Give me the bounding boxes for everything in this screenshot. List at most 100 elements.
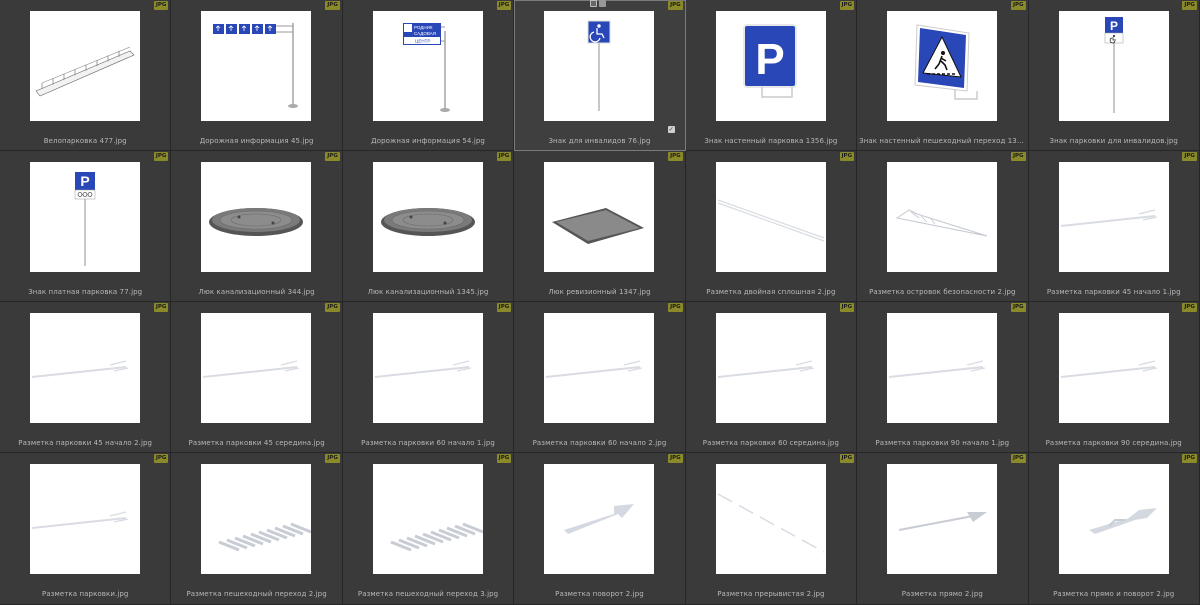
dashed-line-marking-thumbnail[interactable] <box>715 464 826 574</box>
thumbnail-cell[interactable]: P JPG Знак парковки для инвалидов.jpg <box>1028 0 1200 151</box>
file-type-badge: JPG <box>668 152 683 161</box>
file-type-badge: JPG <box>839 454 855 463</box>
thumbnail-cell[interactable]: JPG Разметка парковки 60 начало 2.jpg <box>514 302 686 453</box>
file-type-badge: JPG <box>1182 303 1197 312</box>
svg-text:РОДНИК: РОДНИК <box>414 25 433 30</box>
straight-turn-arrow-marking-thumbnail[interactable] <box>1058 464 1169 574</box>
parking-marking-thumbnail[interactable] <box>30 313 140 423</box>
thumbnail-filename: Знак парковки для инвалидов.jpg <box>1049 137 1178 145</box>
file-type-badge: JPG <box>1182 1 1197 10</box>
thumbnail-filename: Разметка парковки 90 середина.jpg <box>1045 439 1182 447</box>
thumbnail-grid: JPG Велопарковка 477.jpg JPG Дорожная инфо… <box>0 0 1200 605</box>
thumbnail-cell[interactable]: РОДНИК САДОВАЯ ЦЕНТР JPG Дорожная информа… <box>342 0 515 151</box>
thumbnail-cell[interactable]: JPG Люк ревизионный 1347.jpg <box>514 151 686 302</box>
disabled-sign-thumbnail[interactable] <box>544 11 655 121</box>
file-type-badge: JPG <box>496 454 512 463</box>
crosswalk-marking-thumbnail[interactable] <box>372 464 483 574</box>
parking-marking-thumbnail[interactable] <box>201 313 312 423</box>
svg-text:ЦЕНТР: ЦЕНТР <box>415 39 430 44</box>
thumbnail-filename: Дорожная информация 54.jpg <box>371 137 485 145</box>
thumbnail-cell[interactable]: JPG Разметка пешеходный переход 2.jpg <box>171 453 343 605</box>
turn-arrow-marking-thumbnail[interactable] <box>544 464 655 574</box>
parking-marking-thumbnail[interactable] <box>544 313 655 423</box>
svg-text:P: P <box>80 173 89 189</box>
checkmark-icon[interactable]: ✓ <box>667 126 675 133</box>
frame-icon[interactable] <box>590 0 598 7</box>
thumbnail-cell[interactable]: P JPG Знак настенный парковка 1356.jpg <box>685 0 858 151</box>
thumbnail-cell[interactable]: JPG Разметка парковки 90 начало 1.jpg <box>857 302 1029 453</box>
thumbnail-filename: Люк ревизионный 1347.jpg <box>548 288 651 296</box>
double-line-marking-thumbnail[interactable] <box>715 162 826 272</box>
parking-marking-thumbnail[interactable] <box>372 313 483 423</box>
svg-text:САДОВАЯ: САДОВАЯ <box>414 31 436 36</box>
thumbnail-cell[interactable]: JPG Разметка парковки.jpg <box>0 453 172 605</box>
thumbnail-cell[interactable]: JPG Знак для инвалидов 76.jpg ✓ <box>514 0 686 151</box>
parking-marking-thumbnail[interactable] <box>30 464 140 574</box>
file-type-badge: JPG <box>1010 454 1026 463</box>
thumbnail-filename: Разметка двойная сплошная 2.jpg <box>706 288 836 296</box>
thumbnail-cell[interactable]: JPG Дорожная информация 45.jpg <box>171 0 343 151</box>
parking-marking-thumbnail[interactable] <box>1058 313 1169 423</box>
thumbnail-cell[interactable]: JPG Люк канализационный 344.jpg <box>171 151 343 302</box>
file-type-badge: JPG <box>325 152 340 161</box>
edit-icon[interactable] <box>599 0 607 7</box>
thumbnail-filename: Разметка поворот 2.jpg <box>555 590 644 598</box>
file-type-badge: JPG <box>153 303 169 312</box>
file-type-badge: JPG <box>1010 152 1026 161</box>
file-type-badge: JPG <box>839 1 855 10</box>
crosswalk-marking-thumbnail[interactable] <box>201 464 312 574</box>
paid-parking-sign-thumbnail[interactable]: P <box>30 162 140 272</box>
disabled-parking-sign-thumbnail[interactable]: P <box>1058 11 1169 121</box>
wall-parking-sign-thumbnail[interactable]: P <box>715 11 826 121</box>
file-type-badge: JPG <box>1182 152 1197 161</box>
thumbnail-filename: Разметка парковки 45 начало 1.jpg <box>1046 288 1181 296</box>
file-type-badge: JPG <box>153 454 169 463</box>
safety-island-marking-thumbnail[interactable] <box>887 162 998 272</box>
thumbnail-cell[interactable]: JPG Разметка парковки 60 начало 1.jpg <box>342 302 515 453</box>
parking-marking-thumbnail[interactable] <box>715 313 826 423</box>
wall-crosswalk-sign-thumbnail[interactable] <box>887 11 998 121</box>
thumbnail-filename: Разметка парковки 60 середина.jpg <box>702 439 840 447</box>
file-type-badge: JPG <box>668 303 683 312</box>
thumbnail-cell[interactable]: JPG Разметка поворот 2.jpg <box>514 453 686 605</box>
road-info-sign-thumbnail[interactable] <box>201 11 312 121</box>
thumbnail-cell[interactable]: JPG Люк канализационный 1345.jpg <box>342 151 515 302</box>
thumbnail-cell[interactable]: JPG Знак настенный пешеходный переход 135… <box>857 0 1029 151</box>
thumbnail-filename: Разметка парковки.jpg <box>41 590 129 598</box>
manhole-thumbnail[interactable] <box>372 162 483 272</box>
thumbnail-cell[interactable]: JPG Разметка двойная сплошная 2.jpg <box>685 151 858 302</box>
thumbnail-filename: Знак для инвалидов 76.jpg <box>548 137 651 145</box>
inspection-hatch-thumbnail[interactable] <box>544 162 655 272</box>
thumbnail-cell[interactable]: JPG Разметка парковки 45 начало 2.jpg <box>0 302 172 453</box>
thumbnail-cell[interactable]: JPG Велопарковка 477.jpg <box>0 0 172 151</box>
thumbnail-cell[interactable]: P JPG Знак платная парковка 77.jpg <box>0 151 172 302</box>
manhole-thumbnail[interactable] <box>201 162 312 272</box>
thumbnail-filename: Разметка прямо и поворот 2.jpg <box>1053 590 1175 598</box>
thumbnail-tools <box>590 0 607 7</box>
file-type-badge: JPG <box>1010 303 1026 312</box>
parking-marking-thumbnail[interactable] <box>1058 162 1169 272</box>
file-type-badge: JPG <box>325 303 340 312</box>
road-info-board-thumbnail[interactable]: РОДНИК САДОВАЯ ЦЕНТР <box>372 11 483 121</box>
thumbnail-filename: Знак настенный пешеходный переход 1358.j… <box>859 137 1026 145</box>
bike-rack-thumbnail[interactable] <box>30 11 140 121</box>
straight-arrow-marking-thumbnail[interactable] <box>887 464 998 574</box>
thumbnail-cell[interactable]: JPG Разметка прямо 2.jpg <box>857 453 1029 605</box>
file-type-badge: JPG <box>325 454 340 463</box>
thumbnail-filename: Разметка парковки 45 начало 2.jpg <box>18 439 153 447</box>
thumbnail-cell[interactable]: JPG Разметка парковки 45 начало 1.jpg <box>1028 151 1200 302</box>
thumbnail-cell[interactable]: JPG Разметка островок безопасности 2.jpg <box>857 151 1029 302</box>
thumbnail-filename: Люк канализационный 344.jpg <box>198 288 315 296</box>
thumbnail-cell[interactable]: JPG Разметка парковки 45 середина.jpg <box>171 302 343 453</box>
parking-marking-thumbnail[interactable] <box>887 313 998 423</box>
thumbnail-filename: Разметка пешеходный переход 2.jpg <box>186 590 327 598</box>
thumbnail-cell[interactable]: JPG Разметка пешеходный переход 3.jpg <box>342 453 515 605</box>
thumbnail-cell[interactable]: JPG Разметка прерывистая 2.jpg <box>685 453 858 605</box>
file-type-badge: JPG <box>839 303 855 312</box>
thumbnail-cell[interactable]: JPG Разметка прямо и поворот 2.jpg <box>1028 453 1200 605</box>
thumbnail-filename: Дорожная информация 45.jpg <box>199 137 314 145</box>
thumbnail-filename: Знак настенный парковка 1356.jpg <box>704 137 838 145</box>
thumbnail-cell[interactable]: JPG Разметка парковки 90 середина.jpg <box>1028 302 1200 453</box>
file-type-badge: JPG <box>153 152 169 161</box>
thumbnail-cell[interactable]: JPG Разметка парковки 60 середина.jpg <box>685 302 858 453</box>
